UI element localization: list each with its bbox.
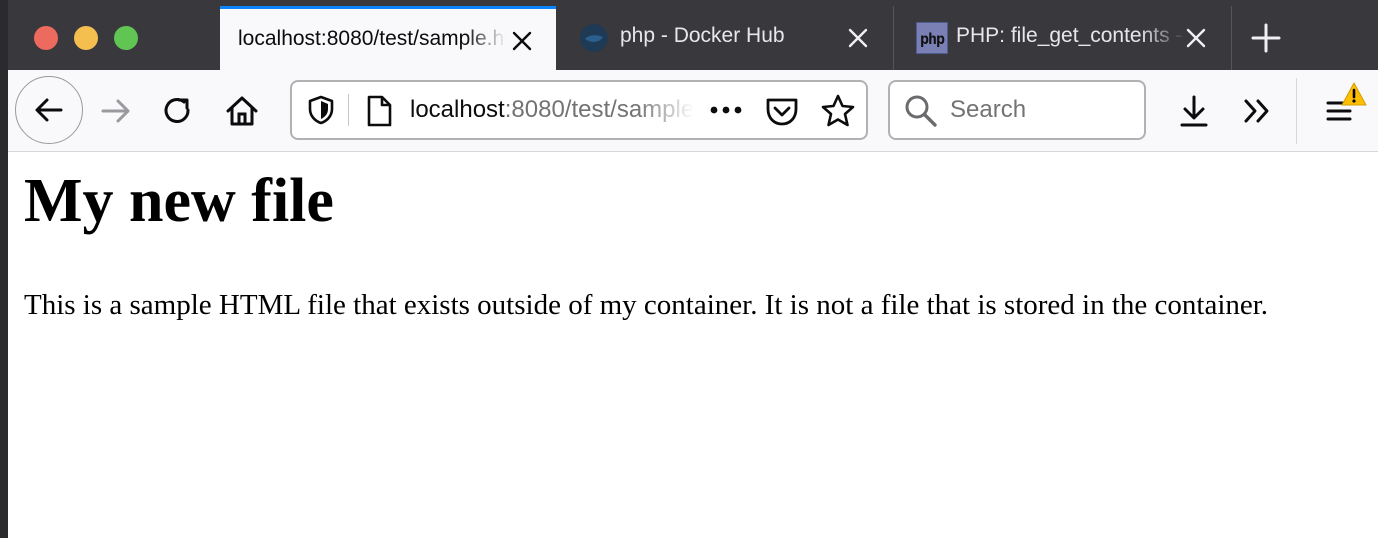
arrow-right-icon [101, 99, 130, 123]
double-chevron-right-icon [1244, 99, 1269, 123]
tab-label: localhost:8080/test/sample.html [238, 27, 506, 50]
page-content: My new file This is a sample HTML file t… [8, 152, 1378, 538]
window-minimize-button[interactable] [74, 26, 98, 50]
page-paragraph: This is a sample HTML file that exists o… [24, 289, 1269, 321]
docker-hub-icon [578, 22, 610, 54]
url-text[interactable]: localhost:8080/test/sample.html [410, 96, 694, 124]
arrow-left-icon [35, 98, 63, 122]
downloads-button[interactable] [1172, 89, 1216, 133]
tab-bar: localhost:8080/test/sample.html php - Do… [8, 0, 1378, 70]
home-button[interactable] [220, 89, 264, 133]
tab-docker-hub[interactable]: php - Docker Hub [556, 6, 894, 70]
bookmark-star-icon[interactable] [820, 93, 856, 134]
navigation-toolbar: localhost:8080/test/sample.html [8, 70, 1378, 152]
search-icon [904, 94, 938, 133]
download-icon [1180, 95, 1208, 127]
reload-button[interactable] [156, 89, 200, 133]
warning-icon [1341, 82, 1367, 111]
tracking-protection-shield-icon[interactable] [306, 94, 336, 131]
tab-label: PHP: file_get_contents - Manual [956, 24, 1186, 47]
tab-localhost[interactable]: localhost:8080/test/sample.html [220, 6, 556, 70]
page-heading: My new file [24, 167, 334, 235]
page-actions-icon[interactable] [708, 96, 744, 129]
window-close-button[interactable] [34, 26, 58, 50]
toolbar-separator [1296, 78, 1297, 144]
new-tab-button[interactable] [1234, 6, 1298, 70]
address-bar-divider [348, 94, 349, 126]
home-icon [226, 96, 258, 126]
overflow-menu-button[interactable] [1236, 89, 1280, 133]
window-maximize-button[interactable] [114, 26, 138, 50]
search-bar[interactable] [888, 80, 1146, 140]
close-tab-icon[interactable] [1184, 26, 1208, 50]
page-document-icon[interactable] [364, 94, 394, 133]
back-button[interactable] [15, 76, 83, 144]
tab-php-manual[interactable]: php PHP: file_get_contents - Manual [894, 6, 1232, 70]
tab-label: php - Docker Hub [620, 24, 785, 47]
window-frame-edge [0, 0, 8, 538]
close-tab-icon[interactable] [510, 29, 534, 53]
search-input[interactable] [950, 96, 1130, 124]
php-icon: php [916, 22, 948, 54]
address-bar[interactable]: localhost:8080/test/sample.html [290, 80, 868, 140]
forward-button[interactable] [94, 89, 138, 133]
close-tab-icon[interactable] [846, 26, 870, 50]
reload-icon [164, 98, 190, 123]
pocket-icon[interactable] [764, 94, 800, 133]
